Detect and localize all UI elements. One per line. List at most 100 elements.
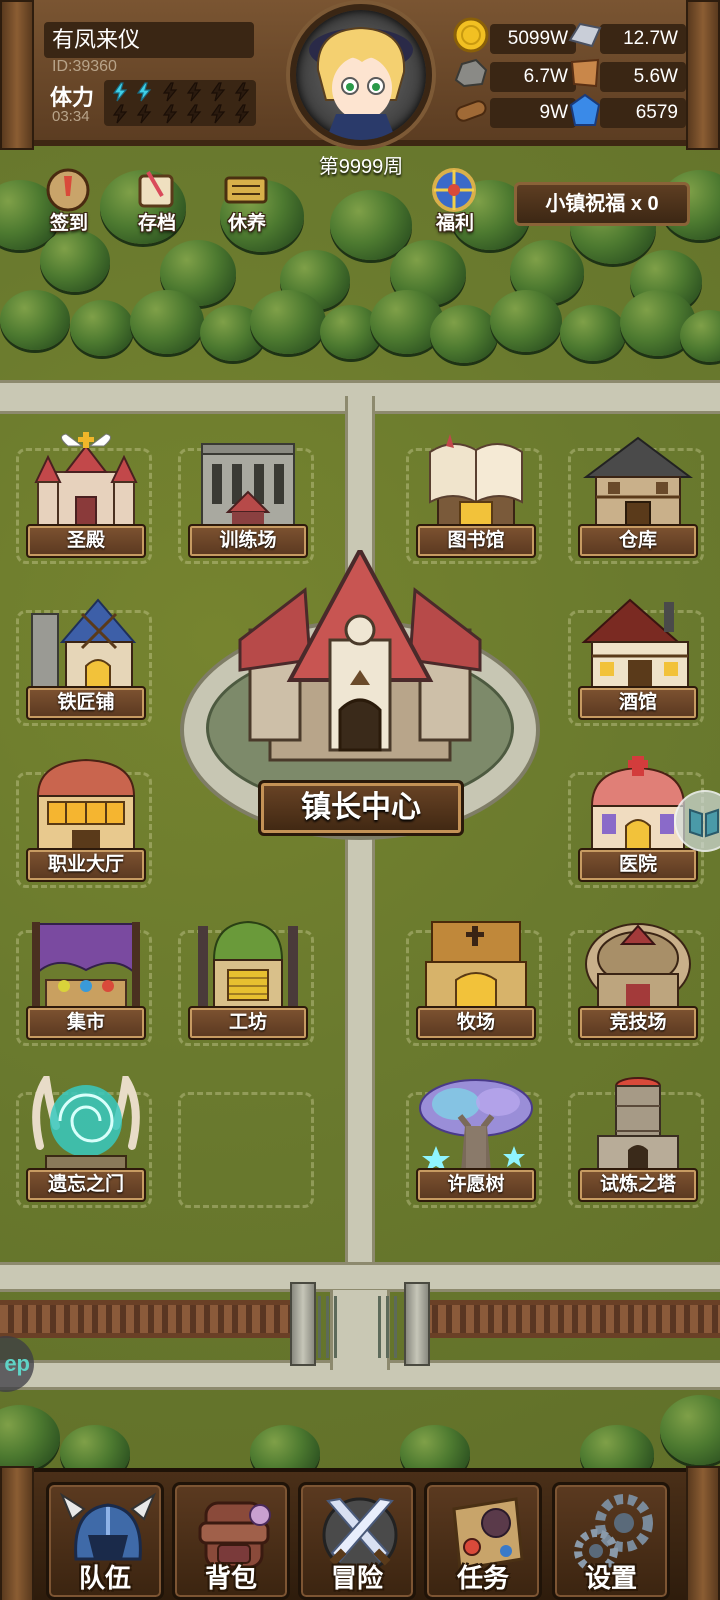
building-wish-tree[interactable]: 许愿树 [408, 1076, 544, 1216]
nav-quest-label: 任务 [456, 1563, 509, 1593]
road-horizontal-bottom [0, 1262, 720, 1292]
avatar-portrait [309, 26, 413, 140]
wood-log-icon [452, 92, 490, 130]
building-tavern[interactable]: 酒馆 [570, 594, 706, 734]
building-job-hall[interactable]: 职业大厅 [18, 756, 154, 896]
stamina-bolt-empty-icon [112, 104, 128, 124]
ranch-art [425, 921, 527, 1010]
nav-team-button[interactable]: 队伍 [46, 1482, 164, 1600]
building-workshop[interactable]: 工坊 [180, 914, 316, 1054]
gate-door-right[interactable] [378, 1296, 402, 1358]
player-name[interactable]: 有凤来仪 [44, 22, 254, 58]
building-warehouse[interactable]: 仓库 [570, 432, 706, 572]
nav-team-label: 队伍 [78, 1563, 131, 1593]
mayor-hall-art [238, 550, 482, 762]
building-training[interactable]: 训练场 [180, 432, 316, 572]
arena-art [585, 923, 691, 1010]
resource-value-gold-coin: 5099W [490, 24, 576, 54]
stamina-bolt-empty-icon [234, 104, 250, 124]
mayor-center-building[interactable]: 镇长中心 [180, 550, 540, 840]
nav-adventure-label: 冒险 [330, 1563, 383, 1593]
quick-menu-label: 签到 [49, 213, 88, 234]
training-label: 训练场 [188, 524, 308, 558]
stamina-bolt-empty-icon [136, 104, 152, 124]
town-blessing-button[interactable]: 小镇祝福 x 0 [514, 182, 690, 226]
fence-right [424, 1300, 720, 1338]
building-sanctuary[interactable]: 圣殿 [18, 432, 154, 572]
stamina-bolt-empty-icon [162, 82, 178, 102]
blacksmith-label: 铁匠铺 [26, 686, 146, 720]
ranch-label: 牧场 [416, 1006, 536, 1040]
resource-value-wood-log: 9W [490, 98, 576, 128]
building-arena[interactable]: 竞技场 [570, 914, 706, 1054]
quick-menu-label: 存档 [137, 213, 176, 234]
building-market[interactable]: 集市 [18, 914, 154, 1054]
nav-backpack-label: 背包 [204, 1563, 257, 1593]
library-art [429, 434, 523, 528]
workshop-label: 工坊 [188, 1006, 308, 1040]
stamina-bolt-empty-icon [210, 82, 226, 102]
quick-save-scroll-button[interactable]: 存档 [118, 164, 196, 242]
building-library[interactable]: 图书馆 [408, 432, 544, 572]
sanctuary-art [34, 432, 138, 528]
quick-menu-label: 福利 [435, 213, 474, 234]
quick-welfare-wheel-button[interactable]: 福利 [416, 164, 494, 242]
trial-tower-label: 试炼之塔 [578, 1168, 698, 1202]
building-blacksmith[interactable]: 铁匠铺 [18, 594, 154, 734]
player-id: ID:39360 [52, 58, 117, 75]
workshop-art [198, 920, 298, 1010]
stamina-timer: 03:34 [52, 108, 90, 125]
job-hall-art [36, 758, 136, 852]
nav-backpack-button[interactable]: 背包 [172, 1482, 290, 1600]
tavern-label: 酒馆 [578, 686, 698, 720]
job-hall-label: 职业大厅 [26, 848, 146, 882]
sanctuary-label: 圣殿 [26, 524, 146, 558]
player-avatar[interactable] [290, 4, 432, 146]
hospital-label: 医院 [578, 848, 698, 882]
gate-pillar-right [404, 1282, 430, 1366]
week-counter: 第9999周 [318, 156, 404, 178]
quick-rest-sign-button[interactable]: 休养 [208, 164, 286, 242]
resource-value-crystal: 6579 [600, 98, 686, 128]
nav-adventure-button[interactable]: 冒险 [298, 1482, 416, 1600]
bottom-navigation: 队伍 背包 冒险 任务 设置 [0, 1466, 720, 1600]
library-label: 图书馆 [416, 524, 536, 558]
stamina-bolt-empty-icon [162, 104, 178, 124]
stamina-bolt-filled-icon [136, 82, 152, 102]
blacksmith-art [31, 598, 137, 690]
warehouse-art [583, 436, 693, 528]
quick-checkin-button[interactable]: 签到 [30, 164, 108, 242]
nav-settings-button[interactable]: 设置 [552, 1482, 670, 1600]
mayor-center-label[interactable]: 镇长中心 [258, 780, 464, 836]
arena-label: 竞技场 [578, 1006, 698, 1040]
stamina-bar [104, 80, 256, 126]
resource-value-stone-ore: 6.7W [490, 62, 576, 92]
resource-value-iron-ingot: 12.7W [600, 24, 686, 54]
top-status-bar: 有凤来仪 ID:39360 体力 03:34 第9999周 5099W 12.7W… [0, 0, 720, 178]
building-trial-tower[interactable]: 试炼之塔 [570, 1076, 706, 1216]
building-forgotten-gate[interactable]: 遗忘之门 [18, 1076, 154, 1216]
quick-menu-label: 休养 [227, 213, 266, 234]
gate-door-left[interactable] [318, 1296, 342, 1358]
resource-value-leather-hide: 5.6W [600, 62, 686, 92]
nav-settings-label: 设置 [584, 1563, 637, 1593]
market-label: 集市 [26, 1006, 146, 1040]
market-art [32, 922, 140, 1010]
warehouse-label: 仓库 [578, 524, 698, 558]
training-ground-art [201, 443, 295, 528]
trial-tower-art [597, 1077, 679, 1172]
gold-coin-icon [452, 16, 490, 54]
welfare-wheel-icon [430, 166, 478, 214]
forgotten-gate-label: 遗忘之门 [26, 1168, 146, 1202]
empty-plot[interactable] [178, 1092, 314, 1208]
nav-quest-button[interactable]: 任务 [424, 1482, 542, 1600]
wish-tree-art [419, 1079, 533, 1172]
stamina-bolt-empty-icon [186, 82, 202, 102]
crystal-icon [566, 92, 604, 130]
building-ranch[interactable]: 牧场 [408, 914, 544, 1054]
stamina-bolt-empty-icon [210, 104, 226, 124]
wish-tree-label: 许愿树 [416, 1168, 536, 1202]
stone-ore-icon [452, 54, 490, 92]
tavern-art [581, 598, 689, 690]
road-vertical-bottom [345, 820, 375, 1280]
